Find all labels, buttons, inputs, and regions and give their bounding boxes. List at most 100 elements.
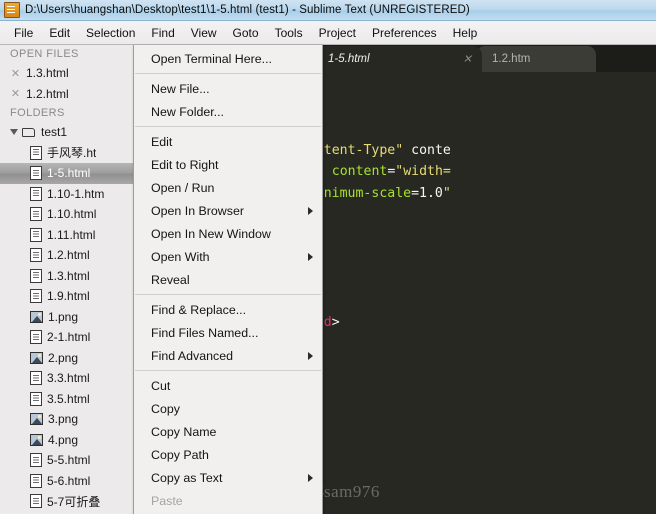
- context-menu-separator: [135, 370, 321, 371]
- context-menu-item-label: Copy as Text: [151, 470, 223, 485]
- close-icon[interactable]: ✕: [10, 67, 21, 80]
- file-tree-item[interactable]: 手风琴.ht: [0, 143, 148, 164]
- context-menu-item-label: Open With: [151, 249, 210, 264]
- editor-tab[interactable]: 1-5.html ✕: [312, 46, 482, 72]
- context-menu-item[interactable]: Find Advanced: [134, 344, 322, 367]
- submenu-arrow-icon: [308, 473, 313, 482]
- file-icon: [30, 289, 42, 304]
- menu-goto[interactable]: Goto: [225, 24, 267, 42]
- file-tree-item[interactable]: 3.png: [0, 409, 148, 430]
- context-menu-item-label: New File...: [151, 81, 210, 96]
- context-menu-item-label: Find & Replace...: [151, 302, 247, 317]
- file-tree-item[interactable]: 1.9.html: [0, 286, 148, 307]
- menu-preferences[interactable]: Preferences: [364, 24, 445, 42]
- close-icon[interactable]: ✕: [10, 87, 21, 100]
- context-menu-item[interactable]: Find & Replace...: [134, 298, 322, 321]
- file-icon: [30, 248, 42, 263]
- file-tree-item[interactable]: 1.3.html: [0, 266, 148, 287]
- context-menu-item-label: Copy: [151, 401, 180, 416]
- open-file-item[interactable]: ✕ 1.2.html: [0, 84, 148, 105]
- file-tree-label: 2.png: [48, 350, 79, 365]
- file-tree-item[interactable]: 2-1.html: [0, 327, 148, 348]
- file-tree-label: 1-5.html: [47, 166, 91, 181]
- file-tree-item[interactable]: 5-5.html: [0, 450, 148, 471]
- context-menu-item-label: Edit: [151, 134, 173, 149]
- file-tree-item[interactable]: 5-6.html: [0, 471, 148, 492]
- file-tree-label: 5-6.html: [47, 473, 91, 488]
- open-file-item[interactable]: ✕ 1.3.html: [0, 63, 148, 84]
- editor-tab[interactable]: 1.2.htm: [476, 46, 596, 72]
- context-menu-item[interactable]: Open In New Window: [134, 222, 322, 245]
- file-tree-label: 1.10-1.htm: [47, 186, 105, 201]
- context-menu-item[interactable]: Cut: [134, 374, 322, 397]
- open-files-header: OPEN FILES: [10, 48, 79, 60]
- context-menu-item[interactable]: Copy: [134, 397, 322, 420]
- context-menu-item[interactable]: Open / Run: [134, 176, 322, 199]
- context-menu-item[interactable]: Edit: [134, 130, 322, 153]
- context-menu-item[interactable]: Edit to Right: [134, 153, 322, 176]
- file-icon: [30, 207, 42, 222]
- file-icon: [30, 371, 42, 386]
- submenu-arrow-icon: [308, 252, 313, 261]
- context-menu-item[interactable]: New Folder...: [134, 100, 322, 123]
- menu-tools[interactable]: Tools: [267, 24, 311, 42]
- file-tree-item[interactable]: 4.png: [0, 430, 148, 451]
- file-tree-label: 1.png: [48, 309, 79, 324]
- context-menu-item[interactable]: Reveal: [134, 268, 322, 291]
- file-icon: [30, 145, 42, 160]
- context-menu-item[interactable]: Open Terminal Here...: [134, 47, 322, 70]
- menu-help[interactable]: Help: [445, 24, 486, 42]
- context-menu-item-label: Find Files Named...: [151, 325, 259, 340]
- file-tree-item[interactable]: 3.3.html: [0, 368, 148, 389]
- folder-root-test1[interactable]: test1: [0, 122, 148, 143]
- file-tree-label: 1.2.html: [47, 248, 90, 263]
- sidebar-context-menu[interactable]: Open Terminal Here... New File... New Fold…: [133, 45, 323, 514]
- file-icon: [30, 391, 42, 406]
- context-menu-item-label: New Folder...: [151, 104, 224, 119]
- submenu-arrow-icon: [308, 351, 313, 360]
- file-tree-label: 5-7可折叠: [47, 494, 101, 509]
- file-tree-label: 3.5.html: [47, 391, 90, 406]
- file-tree-item[interactable]: 5-7可折叠: [0, 491, 148, 512]
- context-menu-item[interactable]: Copy Path: [134, 443, 322, 466]
- file-tree-item[interactable]: 1-5.html: [0, 163, 148, 184]
- file-icon: [30, 166, 42, 181]
- file-tree-label: 5-5.html: [47, 453, 91, 468]
- menu-find[interactable]: Find: [143, 24, 182, 42]
- sublime-text-icon: [4, 2, 20, 18]
- context-menu-item-label: Open In New Window: [151, 226, 271, 241]
- menu-edit[interactable]: Edit: [41, 24, 78, 42]
- file-icon: [30, 186, 42, 201]
- chevron-down-icon[interactable]: [10, 129, 18, 136]
- file-tree-label: 3.3.html: [47, 371, 90, 386]
- sidebar: OPEN FILES ✕ 1.3.html ✕ 1.2.html FOLDERS te…: [0, 45, 148, 514]
- menu-selection[interactable]: Selection: [78, 24, 143, 42]
- context-menu-item[interactable]: Copy as Text: [134, 466, 322, 489]
- file-icon: [30, 453, 42, 468]
- menu-file[interactable]: File: [6, 24, 41, 42]
- context-menu-item[interactable]: New File...: [134, 77, 322, 100]
- context-menu-item-label: Open In Browser: [151, 203, 244, 218]
- menu-view[interactable]: View: [183, 24, 225, 42]
- menu-bar: File Edit Selection Find View Goto Tools Projec…: [0, 21, 656, 45]
- editor-tab-label: 1.2.htm: [492, 53, 531, 65]
- folder-label: test1: [41, 125, 68, 140]
- file-tree-label: 1.11.html: [47, 227, 96, 242]
- file-tree-item[interactable]: 1.10.html: [0, 204, 148, 225]
- context-menu-item-label: Open / Run: [151, 180, 215, 195]
- file-tree-item[interactable]: 3.5.html: [0, 389, 148, 410]
- file-tree-item[interactable]: 1.2.html: [0, 245, 148, 266]
- file-tree-label: 3.png: [48, 412, 79, 427]
- file-tree-item[interactable]: 2.png: [0, 348, 148, 369]
- close-icon[interactable]: ✕: [463, 53, 472, 66]
- file-icon: [30, 227, 42, 242]
- image-icon: [30, 413, 43, 426]
- context-menu-item[interactable]: Open In Browser: [134, 199, 322, 222]
- file-tree-item[interactable]: 1.png: [0, 307, 148, 328]
- context-menu-item[interactable]: Open With: [134, 245, 322, 268]
- context-menu-item[interactable]: Find Files Named...: [134, 321, 322, 344]
- context-menu-item[interactable]: Copy Name: [134, 420, 322, 443]
- file-tree-item[interactable]: 1.11.html: [0, 225, 148, 246]
- file-tree-item[interactable]: 1.10-1.htm: [0, 184, 148, 205]
- menu-project[interactable]: Project: [311, 24, 364, 42]
